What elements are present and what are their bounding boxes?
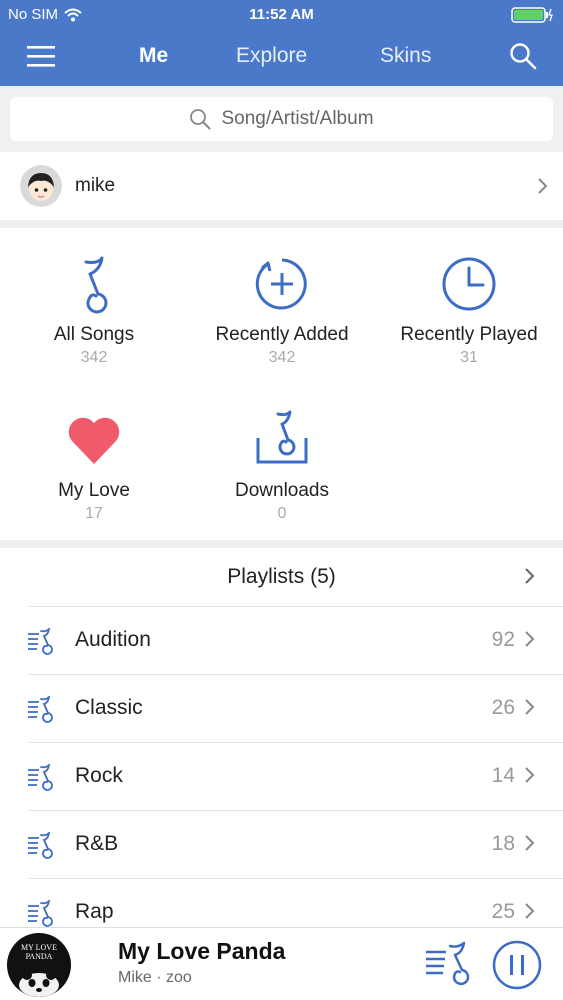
playlist-count: 92: [491, 628, 515, 651]
playlist-icon: [28, 764, 53, 791]
pause-button[interactable]: [492, 940, 542, 990]
profile-row[interactable]: mike: [0, 152, 563, 220]
playlist-count: 18: [491, 832, 515, 855]
music-note-icon: [84, 256, 108, 314]
album-cover[interactable]: MY LOVE PANDA: [7, 933, 71, 997]
menu-icon[interactable]: [26, 42, 56, 70]
playlist-row[interactable]: R&B 18: [0, 810, 563, 878]
chevron-right-icon: [525, 631, 535, 647]
chevron-right-icon: [525, 903, 535, 919]
playlist-row[interactable]: Audition 92: [0, 606, 563, 674]
playlist-row[interactable]: Rap 25: [0, 878, 563, 928]
search-field-icon: [190, 109, 211, 130]
playlist-icon: [28, 832, 53, 859]
playlist-icon: [28, 628, 53, 655]
download-tray-icon: [256, 410, 308, 464]
heart-icon: [68, 417, 120, 464]
divider: [28, 606, 563, 607]
recently-added-tile[interactable]: Recently Added 342: [188, 254, 376, 367]
recently-played-count: 31: [460, 349, 478, 366]
playlist-icon: [28, 696, 53, 723]
all-songs-tile[interactable]: All Songs 342: [0, 254, 188, 367]
clock: 11:52 AM: [249, 6, 314, 23]
downloads-label: Downloads: [235, 480, 329, 501]
search-icon[interactable]: [509, 42, 537, 70]
tab-explore[interactable]: Explore: [236, 44, 307, 68]
playlists-header[interactable]: Playlists (5): [0, 548, 563, 606]
now-playing-bar[interactable]: MY LOVE PANDA My Love Panda Mike · zoo: [0, 927, 563, 1000]
username: mike: [75, 175, 116, 196]
add-circle-icon: [255, 258, 307, 310]
clock-icon: [442, 257, 496, 311]
divider: [28, 742, 563, 743]
recently-added-label: Recently Added: [215, 324, 349, 345]
playlist-row[interactable]: Rock 14: [0, 742, 563, 810]
search-input[interactable]: Song/Artist/Album: [10, 97, 553, 141]
playlists-section: Playlists (5) Audition 92 Classic 26 Roc…: [0, 548, 563, 928]
library-grid: All Songs 342 Recently Added 342 Recentl…: [0, 228, 563, 540]
song-artist: Mike · zoo: [118, 969, 192, 986]
all-songs-count: 342: [80, 349, 108, 366]
my-love-count: 17: [85, 505, 103, 522]
top-nav: Me Explore Skins: [0, 30, 563, 86]
playlists-title: Playlists (5): [227, 565, 336, 588]
chevron-right-icon: [525, 835, 535, 851]
divider: [28, 810, 563, 811]
search-placeholder: Song/Artist/Album: [221, 108, 374, 129]
tab-me[interactable]: Me: [139, 44, 168, 68]
playlist-name: R&B: [75, 832, 119, 855]
playlist-count: 26: [491, 696, 515, 719]
battery-icon: [511, 7, 553, 23]
playlist-name: Rock: [75, 764, 123, 787]
search-area: Song/Artist/Album: [0, 86, 563, 150]
recently-played-label: Recently Played: [400, 324, 538, 345]
recently-played-tile[interactable]: Recently Played 31: [375, 254, 563, 367]
playlist-count: 25: [491, 900, 515, 923]
chevron-right-icon: [538, 178, 548, 194]
playlist-name: Audition: [75, 628, 151, 651]
divider: [28, 878, 563, 879]
tab-skins[interactable]: Skins: [380, 44, 431, 68]
song-title: My Love Panda: [118, 938, 286, 964]
playlist-icon: [28, 900, 53, 927]
all-songs-label: All Songs: [53, 324, 135, 345]
playlist-name: Classic: [75, 696, 143, 719]
my-love-label: My Love: [58, 480, 130, 501]
downloads-count: 0: [277, 505, 287, 522]
playlist-row[interactable]: Classic 26: [0, 674, 563, 742]
panda-image: [19, 970, 59, 997]
recently-added-count: 342: [268, 349, 296, 366]
playlist-queue-icon[interactable]: [424, 940, 472, 988]
my-love-tile[interactable]: My Love 17: [0, 410, 188, 523]
playlist-name: Rap: [75, 900, 114, 923]
downloads-tile[interactable]: Downloads 0: [188, 410, 376, 523]
playlist-count: 14: [491, 764, 515, 787]
app-header: No SIM 11:52 AM Me Explore Skins: [0, 0, 563, 86]
divider: [28, 674, 563, 675]
chevron-right-icon: [525, 767, 535, 783]
avatar: [20, 165, 62, 207]
chevron-right-icon: [525, 699, 535, 715]
status-bar: No SIM 11:52 AM: [0, 0, 563, 30]
chevron-right-icon: [525, 568, 535, 584]
